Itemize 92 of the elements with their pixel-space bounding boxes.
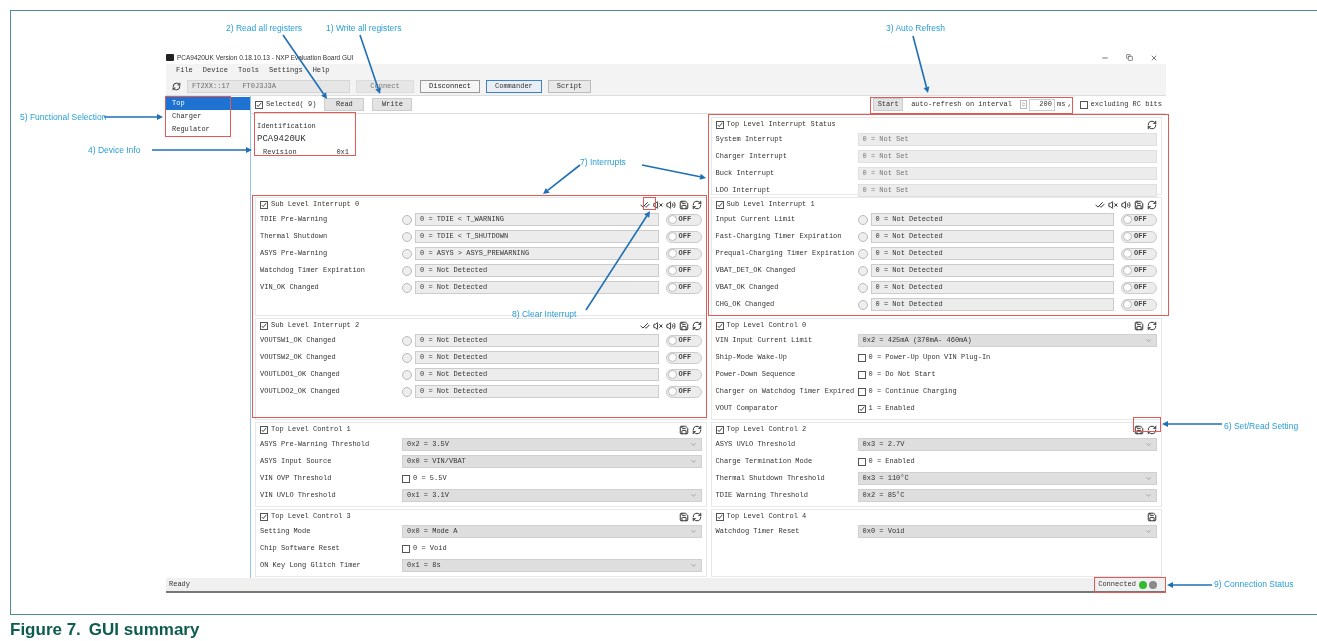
led-icon [857, 231, 868, 242]
led-icon [857, 282, 868, 293]
callout-frame [1094, 577, 1166, 593]
save-icon[interactable] [1134, 424, 1144, 435]
refresh-icon[interactable] [691, 511, 702, 522]
arrow [641, 164, 706, 180]
led-icon [857, 214, 868, 225]
save-icon[interactable] [1134, 320, 1144, 331]
led-icon [402, 265, 412, 276]
speaker-icon[interactable] [1121, 199, 1131, 210]
speaker-icon[interactable] [665, 199, 676, 210]
checkbox[interactable] [260, 512, 268, 521]
save-icon[interactable] [678, 511, 689, 522]
checkbox[interactable] [260, 321, 268, 330]
annotation-label: 2) Read all registers [226, 22, 303, 35]
chevron-down-icon [689, 441, 697, 448]
checkbox[interactable] [857, 387, 866, 396]
annotation-label: 9) Connection Status [1214, 578, 1294, 591]
chevron-down-icon [689, 458, 697, 465]
checkbox[interactable] [402, 544, 410, 553]
checkbox[interactable] [715, 200, 724, 209]
chevron-down-icon [1145, 441, 1152, 448]
led-icon [402, 282, 412, 293]
checkbox[interactable] [857, 457, 866, 466]
chevron-down-icon [1145, 475, 1152, 482]
refresh-icon[interactable] [691, 424, 702, 435]
led-icon [857, 299, 868, 310]
callout-frame [165, 96, 231, 137]
double-check-icon[interactable] [639, 199, 650, 210]
arrow [543, 164, 581, 194]
checkbox[interactable] [260, 425, 268, 434]
device-name: PCA9420UK [257, 133, 307, 146]
led-icon [402, 369, 412, 380]
speaker-muted-icon[interactable] [652, 199, 663, 210]
refresh-icon[interactable] [1147, 424, 1157, 435]
chevron-down-icon [1145, 528, 1152, 535]
caption-number: Figure 7. [10, 619, 81, 641]
checkbox[interactable] [857, 404, 866, 413]
chevron-down-icon [1145, 337, 1152, 344]
led-icon [402, 214, 412, 225]
callout-frame [1133, 417, 1161, 432]
refresh-icon[interactable] [172, 81, 181, 91]
led-icon [402, 352, 412, 363]
app-icon [166, 54, 174, 61]
speaker-muted-icon[interactable] [652, 320, 663, 331]
close-icon[interactable] [1150, 53, 1158, 62]
refresh-icon[interactable] [1147, 320, 1157, 331]
checkbox[interactable] [260, 200, 268, 209]
refresh-icon[interactable] [1147, 119, 1157, 130]
save-icon[interactable] [678, 199, 689, 210]
save-icon[interactable] [1134, 199, 1144, 210]
checkbox[interactable] [1079, 100, 1088, 109]
led-icon [402, 248, 412, 259]
save-icon[interactable] [678, 424, 689, 435]
annotation-label: 3) Auto Refresh [886, 22, 946, 35]
arrow [1162, 421, 1223, 427]
speaker-muted-icon[interactable] [1108, 199, 1118, 210]
checkbox[interactable] [715, 120, 724, 129]
arrow [1167, 582, 1213, 588]
annotation-label: 5) Functional Selection [20, 111, 107, 124]
led-icon [857, 265, 868, 276]
checkbox[interactable] [715, 425, 724, 434]
save-icon[interactable] [678, 320, 689, 331]
led-icon [402, 335, 412, 346]
speaker-icon[interactable] [665, 320, 676, 331]
double-check-icon[interactable] [639, 320, 650, 331]
restore-icon[interactable] [1126, 54, 1133, 61]
checkbox[interactable] [402, 474, 410, 483]
annotation-label: 6) Set/Read Setting [1224, 420, 1299, 433]
save-icon[interactable] [1147, 511, 1157, 522]
refresh-icon[interactable] [1147, 199, 1157, 210]
chevron-down-icon [689, 528, 697, 535]
chevron-down-icon [689, 562, 697, 569]
double-check-icon[interactable] [1095, 199, 1105, 210]
annotation-label: 8) Clear Interrupt [512, 308, 577, 321]
refresh-icon[interactable] [691, 199, 702, 210]
checkbox[interactable] [857, 353, 866, 362]
caption-title: GUI summary [88, 619, 200, 641]
checkbox[interactable] [715, 321, 724, 330]
led-icon [402, 386, 412, 397]
chevron-down-icon [1145, 492, 1152, 499]
chevron-down-icon [689, 492, 697, 499]
led-icon [402, 231, 412, 242]
checkbox[interactable] [715, 512, 724, 521]
checkbox[interactable] [857, 370, 866, 379]
refresh-icon[interactable] [691, 320, 702, 331]
annotation-label: 4) Device Info [88, 144, 141, 157]
arrow [912, 35, 930, 93]
led-icon [857, 248, 868, 259]
annotation-label: 1) Write all registers [326, 22, 402, 35]
annotation-label: 7) Interrupts [580, 156, 626, 169]
checkbox[interactable] [255, 100, 263, 109]
